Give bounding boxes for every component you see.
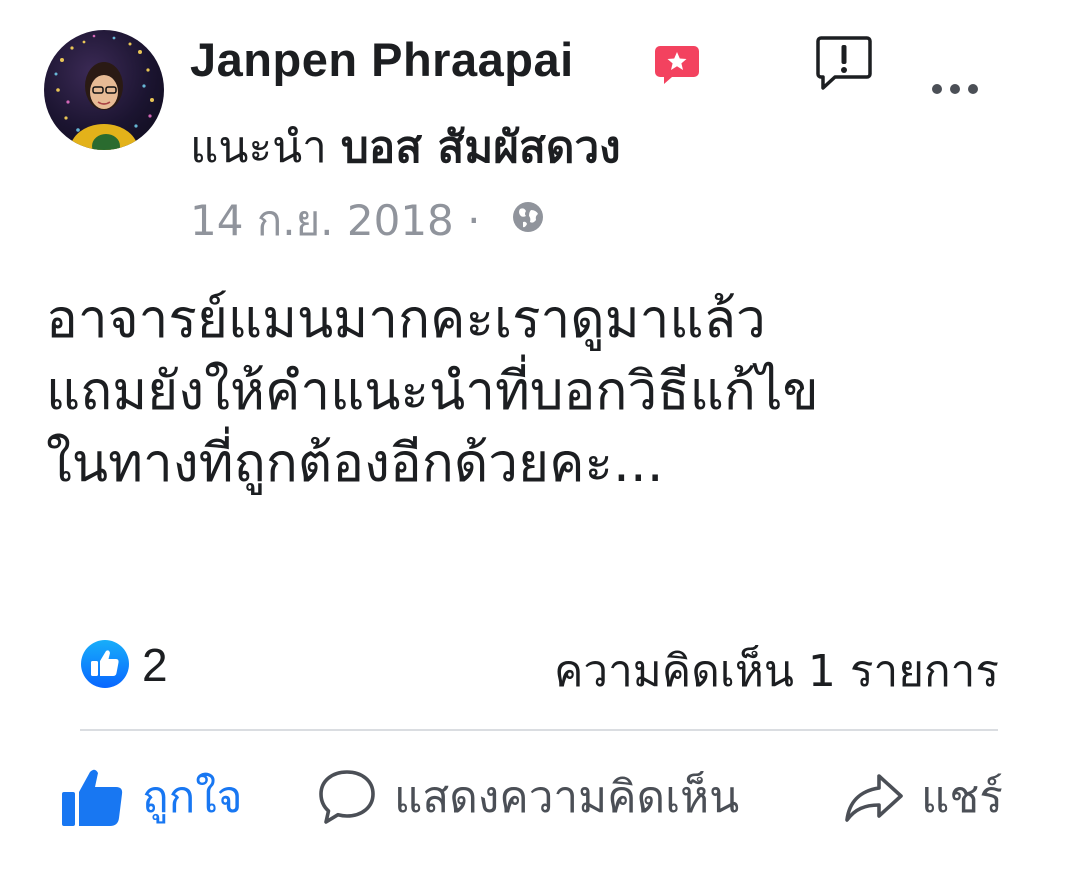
like-count[interactable]: 2 — [142, 638, 168, 692]
avatar-photo — [54, 34, 154, 150]
avatar[interactable] — [44, 30, 164, 150]
more-options-icon[interactable] — [928, 72, 982, 106]
like-label: ถูกใจ — [142, 772, 243, 823]
share-button[interactable]: แชร์ — [843, 762, 1003, 832]
author-name[interactable]: Janpen Phraapai — [190, 32, 574, 87]
divider — [80, 729, 998, 731]
globe-icon — [513, 202, 543, 232]
post-text-line: แถมยังให้คำแนะนำที่บอกวิธีแก้ไข — [46, 361, 819, 422]
post-body: อาจารย์แมนมากคะเราดูมาแล้ว แถมยังให้คำแน… — [46, 284, 1046, 500]
recommendation-badge-icon — [655, 46, 699, 84]
share-label: แชร์ — [921, 772, 1003, 823]
recommendation-line: แนะนำ บอส สัมผัสดวง — [190, 112, 621, 182]
post-date[interactable]: 14 ก.ย. 2018 · — [190, 188, 480, 254]
like-button[interactable]: ถูกใจ — [60, 762, 243, 832]
comment-button[interactable]: แสดงความคิดเห็น — [316, 762, 739, 832]
share-arrow-icon — [845, 774, 903, 822]
post-text-line: อาจารย์แมนมากคะเราดูมาแล้ว — [46, 289, 766, 350]
comment-icon — [319, 770, 375, 824]
comment-label: แสดงความคิดเห็น — [394, 772, 740, 823]
report-icon[interactable] — [815, 34, 873, 92]
recommend-label: แนะนำ — [190, 122, 327, 173]
like-reaction-icon[interactable] — [80, 639, 130, 689]
post-text-line[interactable]: ในทางที่ถูกต้องอีกด้วยคะ... — [46, 428, 1046, 500]
comment-count[interactable]: ความคิดเห็น 1 รายการ — [554, 636, 999, 706]
recommended-page-link[interactable]: บอส สัมผัสดวง — [341, 122, 621, 173]
thumbs-up-icon — [62, 769, 123, 826]
